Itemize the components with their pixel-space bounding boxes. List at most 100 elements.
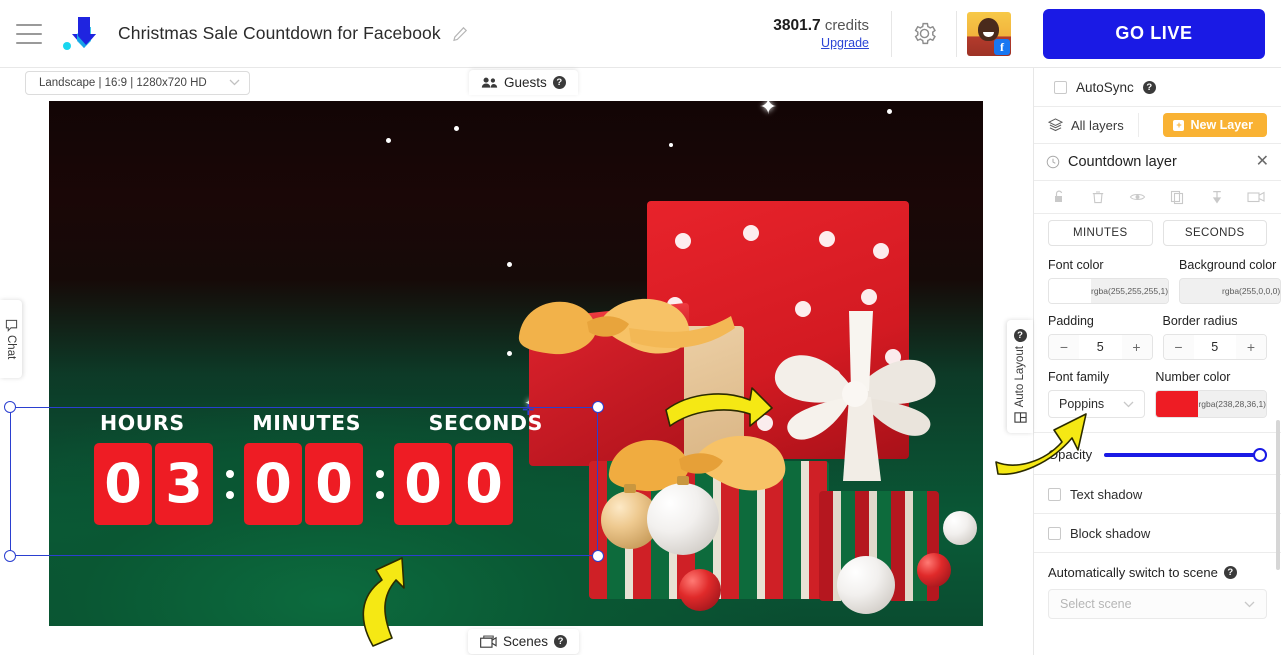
eye-icon[interactable] <box>1128 187 1148 207</box>
trash-icon[interactable] <box>1088 187 1108 207</box>
help-icon-auto-switch[interactable]: ? <box>1223 566 1237 579</box>
selection-handle-bottom-left[interactable] <box>4 550 16 562</box>
border-radius-increment[interactable]: + <box>1236 335 1266 359</box>
tab-seconds[interactable]: SECONDS <box>1162 220 1267 246</box>
digit-seconds-tens: 0 <box>394 443 452 525</box>
font-color-label: Font color <box>1048 258 1104 272</box>
all-layers-button[interactable]: All layers <box>1048 113 1139 137</box>
selection-handle-top-left[interactable] <box>4 401 16 413</box>
digit-hours-tens: 0 <box>94 443 152 525</box>
go-live-button[interactable]: GO LIVE <box>1043 8 1265 59</box>
brand-logo-icon[interactable] <box>60 14 104 54</box>
ornament-white-3 <box>943 511 977 545</box>
ornament-red <box>679 569 721 611</box>
padding-decrement[interactable]: − <box>1049 335 1079 359</box>
number-color-value: rgba(238,28,36,1) <box>1198 391 1266 417</box>
hamburger-icon[interactable] <box>16 23 42 44</box>
spacing-fields-row: Padding − 5 + Border radius − 5 + <box>1034 304 1281 360</box>
upgrade-link[interactable]: Upgrade <box>773 36 869 50</box>
pencil-icon[interactable] <box>452 26 468 42</box>
brand-logo-glyph <box>63 16 96 50</box>
star-dot <box>454 126 459 131</box>
aspect-ratio-select[interactable]: Landscape | 16:9 | 1280x720 HD <box>25 71 250 95</box>
unit-tabs: MINUTES SECONDS <box>1034 214 1281 248</box>
digit-minutes-ones: 0 <box>305 443 363 525</box>
help-icon-auto-layout[interactable]: ? <box>1013 328 1027 342</box>
block-shadow-checkbox[interactable] <box>1048 526 1061 540</box>
layer-properties-panel: AutoSync ? All layers + New Layer Countd… <box>1033 68 1281 655</box>
number-color-input[interactable]: rgba(238,28,36,1) <box>1155 390 1267 418</box>
countdown-colon-2 <box>366 469 394 499</box>
screen-icon[interactable] <box>1246 187 1266 207</box>
selection-handle-bottom-right[interactable] <box>592 550 604 562</box>
layer-name: Countdown layer <box>1068 154 1177 170</box>
autosync-checkbox[interactable] <box>1054 80 1067 94</box>
help-icon[interactable]: ? <box>552 76 566 89</box>
countdown-widget[interactable]: HOURS MINUTES SECONDS 0 3 0 0 0 0 <box>94 411 549 551</box>
opacity-knob[interactable] <box>1253 447 1267 462</box>
padding-stepper[interactable]: − 5 + <box>1048 334 1153 360</box>
font-family-label: Font family <box>1048 370 1110 384</box>
close-icon[interactable]: ✕ <box>1256 154 1269 170</box>
new-layer-button[interactable]: + New Layer <box>1163 113 1267 137</box>
credits-amount: 3801.7 <box>773 16 821 34</box>
video-canvas[interactable]: ✦ ✦ ✦ <box>49 101 983 626</box>
background-color-swatch[interactable] <box>1180 279 1222 303</box>
digit-hours-ones: 3 <box>155 443 213 525</box>
tab-minutes[interactable]: MINUTES <box>1048 220 1153 246</box>
scenes-button[interactable]: Scenes ? <box>468 629 580 654</box>
unlock-icon[interactable] <box>1049 187 1069 207</box>
number-color-swatch[interactable] <box>1156 391 1199 417</box>
gear-glyph <box>914 22 936 45</box>
all-layers-label: All layers <box>1071 117 1124 133</box>
duplicate-icon[interactable] <box>1167 187 1187 207</box>
number-color-label: Number color <box>1155 370 1231 384</box>
panel-scrollbar[interactable] <box>1276 420 1280 570</box>
autosync-row[interactable]: AutoSync ? <box>1034 68 1281 106</box>
background-color-input[interactable]: rgba(255,0,0,0) <box>1179 278 1281 304</box>
pin-icon[interactable] <box>1207 187 1227 207</box>
selection-handle-top-right[interactable] <box>592 401 604 413</box>
auto-layout-label: Auto Layout <box>1014 345 1026 408</box>
avatar-face <box>978 17 999 41</box>
opacity-slider[interactable] <box>1104 447 1267 462</box>
countdown-colon-1 <box>216 469 244 499</box>
font-color-input[interactable]: rgba(255,255,255,1) <box>1048 278 1170 304</box>
padding-increment[interactable]: + <box>1121 335 1152 359</box>
scene-select[interactable]: Select scene <box>1048 589 1267 619</box>
avatar[interactable]: f <box>967 11 1011 56</box>
credits-line: 3801.7 credits <box>773 17 869 35</box>
block-shadow-row[interactable]: Block shadow <box>1034 514 1281 552</box>
padding-label: Padding <box>1048 314 1094 328</box>
layer-actions-row <box>1034 181 1281 213</box>
countdown-label-minutes: MINUTES <box>252 411 362 435</box>
header-right-cluster: 3801.7 credits Upgrade f GO LIVE <box>773 0 1281 67</box>
auto-switch-section: Automatically switch to scene ? Select s… <box>1034 553 1281 619</box>
guests-button[interactable]: Guests ? <box>469 70 578 95</box>
layer-header: Countdown layer ✕ <box>1034 144 1281 180</box>
credits-label: credits <box>824 16 869 34</box>
number-color-field: Number color rgba(238,28,36,1) <box>1155 370 1267 418</box>
plus-icon: + <box>1173 119 1185 131</box>
chat-panel-tab[interactable]: Chat <box>0 300 22 378</box>
padding-field: Padding − 5 + <box>1048 314 1153 360</box>
gear-icon[interactable] <box>892 20 956 47</box>
padding-value[interactable]: 5 <box>1079 340 1122 354</box>
border-radius-stepper[interactable]: − 5 + <box>1162 334 1267 360</box>
avatar-wrapper[interactable]: f <box>957 11 1021 56</box>
guests-icon <box>481 77 498 88</box>
text-shadow-row[interactable]: Text shadow <box>1034 475 1281 513</box>
text-shadow-checkbox[interactable] <box>1048 487 1061 501</box>
border-radius-decrement[interactable]: − <box>1163 335 1194 359</box>
ornament-white <box>647 476 719 555</box>
help-icon-scenes[interactable]: ? <box>554 635 568 648</box>
annotation-arrow-upright <box>995 413 1087 475</box>
border-radius-value[interactable]: 5 <box>1194 340 1237 354</box>
font-color-swatch[interactable] <box>1049 279 1091 303</box>
guests-label: Guests <box>504 75 547 90</box>
help-icon-autosync[interactable]: ? <box>1142 80 1156 94</box>
aspect-ratio-value: Landscape | 16:9 | 1280x720 HD <box>39 77 207 89</box>
canvas-stage: ✦ ✦ ✦ <box>0 101 1032 628</box>
digit-minutes-tens: 0 <box>244 443 302 525</box>
color-fields-row: Font color rgba(255,255,255,1) Backgroun… <box>1034 248 1281 304</box>
